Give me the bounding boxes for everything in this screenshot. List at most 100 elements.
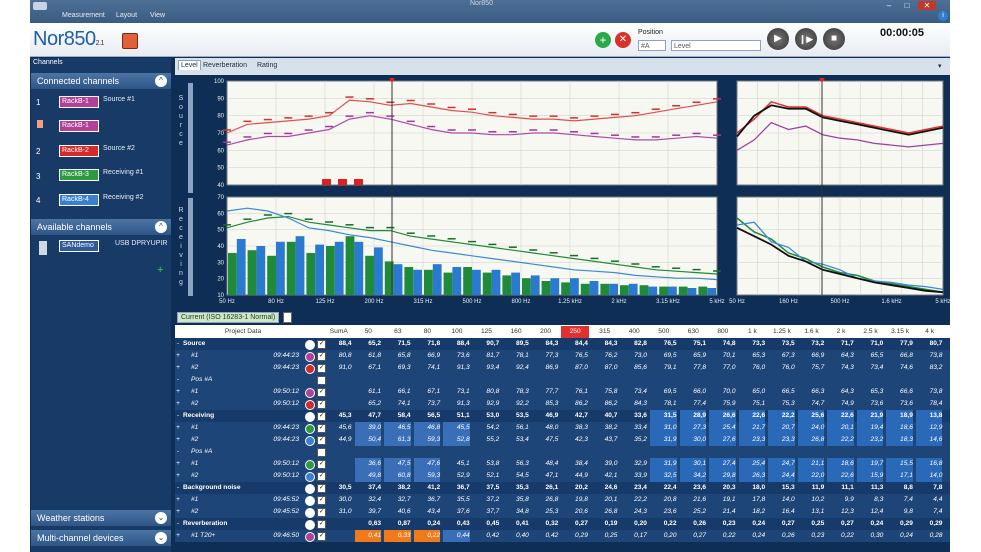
channel-chip-2[interactable]: RackB-2: [59, 145, 99, 157]
table-row[interactable]: + #2 09:50:12 ✓ 65,2 74,1 73,7 91,3 92,9 92,2 85,3…: [175, 398, 950, 410]
multi-channel-devices-header[interactable]: Multi-channel devices ⌄: [31, 530, 171, 546]
expand-icon[interactable]: +: [175, 494, 181, 506]
expand-icon[interactable]: -: [175, 482, 181, 494]
table-cell: 24,6: [604, 484, 618, 491]
frequency-header[interactable]: 160: [502, 326, 530, 338]
close-button[interactable]: ✕: [918, 1, 936, 10]
frequency-header[interactable]: 125: [473, 326, 501, 338]
menu-layout[interactable]: Layout: [116, 12, 137, 19]
maximize-button[interactable]: □: [900, 1, 914, 10]
table-row[interactable]: + #2 09:50:12 ✓ 49,8 60,8 59,3 52,9 52,1 54,5 47,1…: [175, 470, 950, 482]
table-cell: 23,3: [738, 434, 766, 446]
available-channels-header[interactable]: Available channels ^: [31, 219, 171, 235]
level-select[interactable]: Level: [671, 40, 761, 51]
help-icon[interactable]: i: [938, 11, 948, 21]
table-row[interactable]: + #1 09:44:23 ✓ 45,6 39,0 46,5 46,8 45,5 54,2 56,1…: [175, 422, 950, 434]
collapse-icon[interactable]: ^: [155, 75, 167, 87]
row-checkbox[interactable]: [317, 376, 326, 385]
expand-icon[interactable]: -: [175, 410, 181, 422]
frequency-header[interactable]: 3.15 k: [886, 326, 914, 338]
available-chip[interactable]: SANdemo: [59, 240, 99, 252]
frequency-header[interactable]: SumA: [325, 326, 353, 338]
table-row[interactable]: - Pos #A: [175, 446, 950, 458]
table-row[interactable]: + #2 09:44:23 ✓ 91,0 67,1 69,3 74,1 91,3 93,4 92,4…: [175, 362, 950, 374]
expand-icon[interactable]: +: [175, 506, 181, 518]
expand-icon[interactable]: +: [175, 422, 181, 434]
results-tab[interactable]: Current (ISO 16283-1 Normal): [177, 312, 280, 323]
frequency-header[interactable]: 4 k: [916, 326, 944, 338]
channel-chip-1[interactable]: RackB-1: [59, 96, 99, 108]
expand-icon[interactable]: +: [175, 362, 181, 374]
channel-chip-4[interactable]: RackB-4: [59, 194, 99, 206]
frequency-header[interactable]: 50: [355, 326, 383, 338]
frequency-header[interactable]: 315: [591, 326, 619, 338]
channel-chip-1b[interactable]: RackB-1: [59, 120, 99, 132]
expand-icon[interactable]: ⌄: [155, 532, 167, 544]
frequency-header[interactable]: 1.6 k: [798, 326, 826, 338]
table-row[interactable]: + #2 09:45:52 ✓ 31,0 39,7 40,6 43,4 37,6 37,7 34,8…: [175, 506, 950, 518]
expand-icon[interactable]: +: [175, 434, 181, 446]
frequency-header[interactable]: 400: [620, 326, 648, 338]
collapse-icon[interactable]: ^: [155, 221, 167, 233]
receiving-bar-blue: [687, 288, 697, 295]
table-row[interactable]: + #1 09:44:23 ✓ 80,8 61,8 65,8 66,9 73,6 81,7 78,1…: [175, 350, 950, 362]
document-icon[interactable]: [283, 312, 292, 323]
menu-view[interactable]: View: [150, 12, 165, 19]
frequency-header[interactable]: 630: [680, 326, 708, 338]
frequency-header[interactable]: 1 k: [739, 326, 767, 338]
tab-rating[interactable]: Rating: [257, 62, 277, 69]
stop-button[interactable]: ■: [823, 28, 845, 50]
table-row[interactable]: - Pos #A: [175, 374, 950, 386]
table-row[interactable]: + #1 09:45:52 ✓ 30,0 32,4 32,7 36,7 35,5 37,2 35,8…: [175, 494, 950, 506]
frequency-header[interactable]: 500: [650, 326, 678, 338]
minimize-button[interactable]: –: [882, 1, 896, 10]
add-position-button[interactable]: +: [595, 32, 611, 48]
table-cell: 86,2: [575, 400, 588, 407]
position-select[interactable]: #A: [638, 40, 666, 51]
table-row[interactable]: - Receiving ✓ 45,3 47,7 58,4 56,5 51,1 53,0 53,5 4…: [175, 410, 950, 422]
report-icon[interactable]: [122, 33, 138, 49]
table-row[interactable]: + #1 T20+ 09:46:50 ✓ 0,41 0,33 0,22 0,44 0,42 0,4…: [175, 530, 950, 542]
frequency-header[interactable]: 250: [561, 326, 589, 338]
table-row[interactable]: + #1 09:50:12 ✓ 36,6 47,5 47,6 45,1 53,8 56,3 48,4…: [175, 458, 950, 470]
panel-menu-icon[interactable]: ▾: [938, 62, 942, 70]
frequency-header[interactable]: 2.5 k: [857, 326, 885, 338]
table-row[interactable]: - Background noise ✓ 30,5 37,4 38,2 41,2 36,7 37…: [175, 482, 950, 494]
expand-icon[interactable]: +: [175, 470, 181, 482]
expand-icon[interactable]: ⌄: [155, 512, 167, 524]
row-checkbox[interactable]: [317, 448, 326, 457]
table-cell: 0,26: [781, 532, 795, 539]
tab-level[interactable]: Level: [178, 60, 201, 70]
add-channel-icon[interactable]: +: [157, 264, 163, 276]
frequency-header[interactable]: 5 k: [945, 326, 950, 338]
frequency-header[interactable]: 200: [532, 326, 560, 338]
expand-icon[interactable]: +: [175, 458, 181, 470]
connected-channels-header[interactable]: Connected channels ^: [31, 73, 171, 89]
frequency-header[interactable]: 63: [384, 326, 412, 338]
expand-icon[interactable]: -: [175, 446, 181, 458]
channel-chip-3[interactable]: RackB-3: [59, 169, 99, 181]
play-button[interactable]: ▶: [767, 28, 789, 50]
expand-icon[interactable]: +: [175, 398, 181, 410]
delete-position-button[interactable]: ✕: [615, 32, 631, 48]
table-row[interactable]: + #2 09:44:23 ✓ 44,9 50,4 61,3 59,3 52,8 55,2 53,4…: [175, 434, 950, 446]
table-row[interactable]: - Reverberation ✓ 0,63 0,87 0,24 0,43 0,45 0,41 0…: [175, 518, 950, 530]
expand-icon[interactable]: -: [175, 374, 181, 386]
expand-icon[interactable]: -: [175, 518, 181, 530]
table-row[interactable]: - Source ✓ 88,4 65,2 71,5 71,8 88,4 90,7 89,5 84,3…: [175, 338, 950, 350]
frequency-header[interactable]: 1.25 k: [768, 326, 796, 338]
expand-icon[interactable]: -: [175, 338, 181, 350]
frequency-header[interactable]: 2 k: [827, 326, 855, 338]
pause-button[interactable]: ❙▶: [795, 28, 817, 50]
frequency-header[interactable]: 80: [414, 326, 442, 338]
expand-icon[interactable]: +: [175, 350, 181, 362]
frequency-header[interactable]: 100: [443, 326, 471, 338]
table-row[interactable]: + #1 09:50:12 ✓ 61,1 66,1 67,1 73,1 80,8 78,3 77,7…: [175, 386, 950, 398]
expand-icon[interactable]: +: [175, 530, 181, 542]
weather-stations-header[interactable]: Weather stations ⌄: [31, 510, 171, 526]
menu-measurement[interactable]: Measurement: [62, 12, 105, 19]
expand-icon[interactable]: +: [175, 386, 181, 398]
tab-reverberation[interactable]: Reverberation: [203, 62, 247, 69]
receiving-bar-blue: [393, 264, 403, 295]
frequency-header[interactable]: 800: [709, 326, 737, 338]
